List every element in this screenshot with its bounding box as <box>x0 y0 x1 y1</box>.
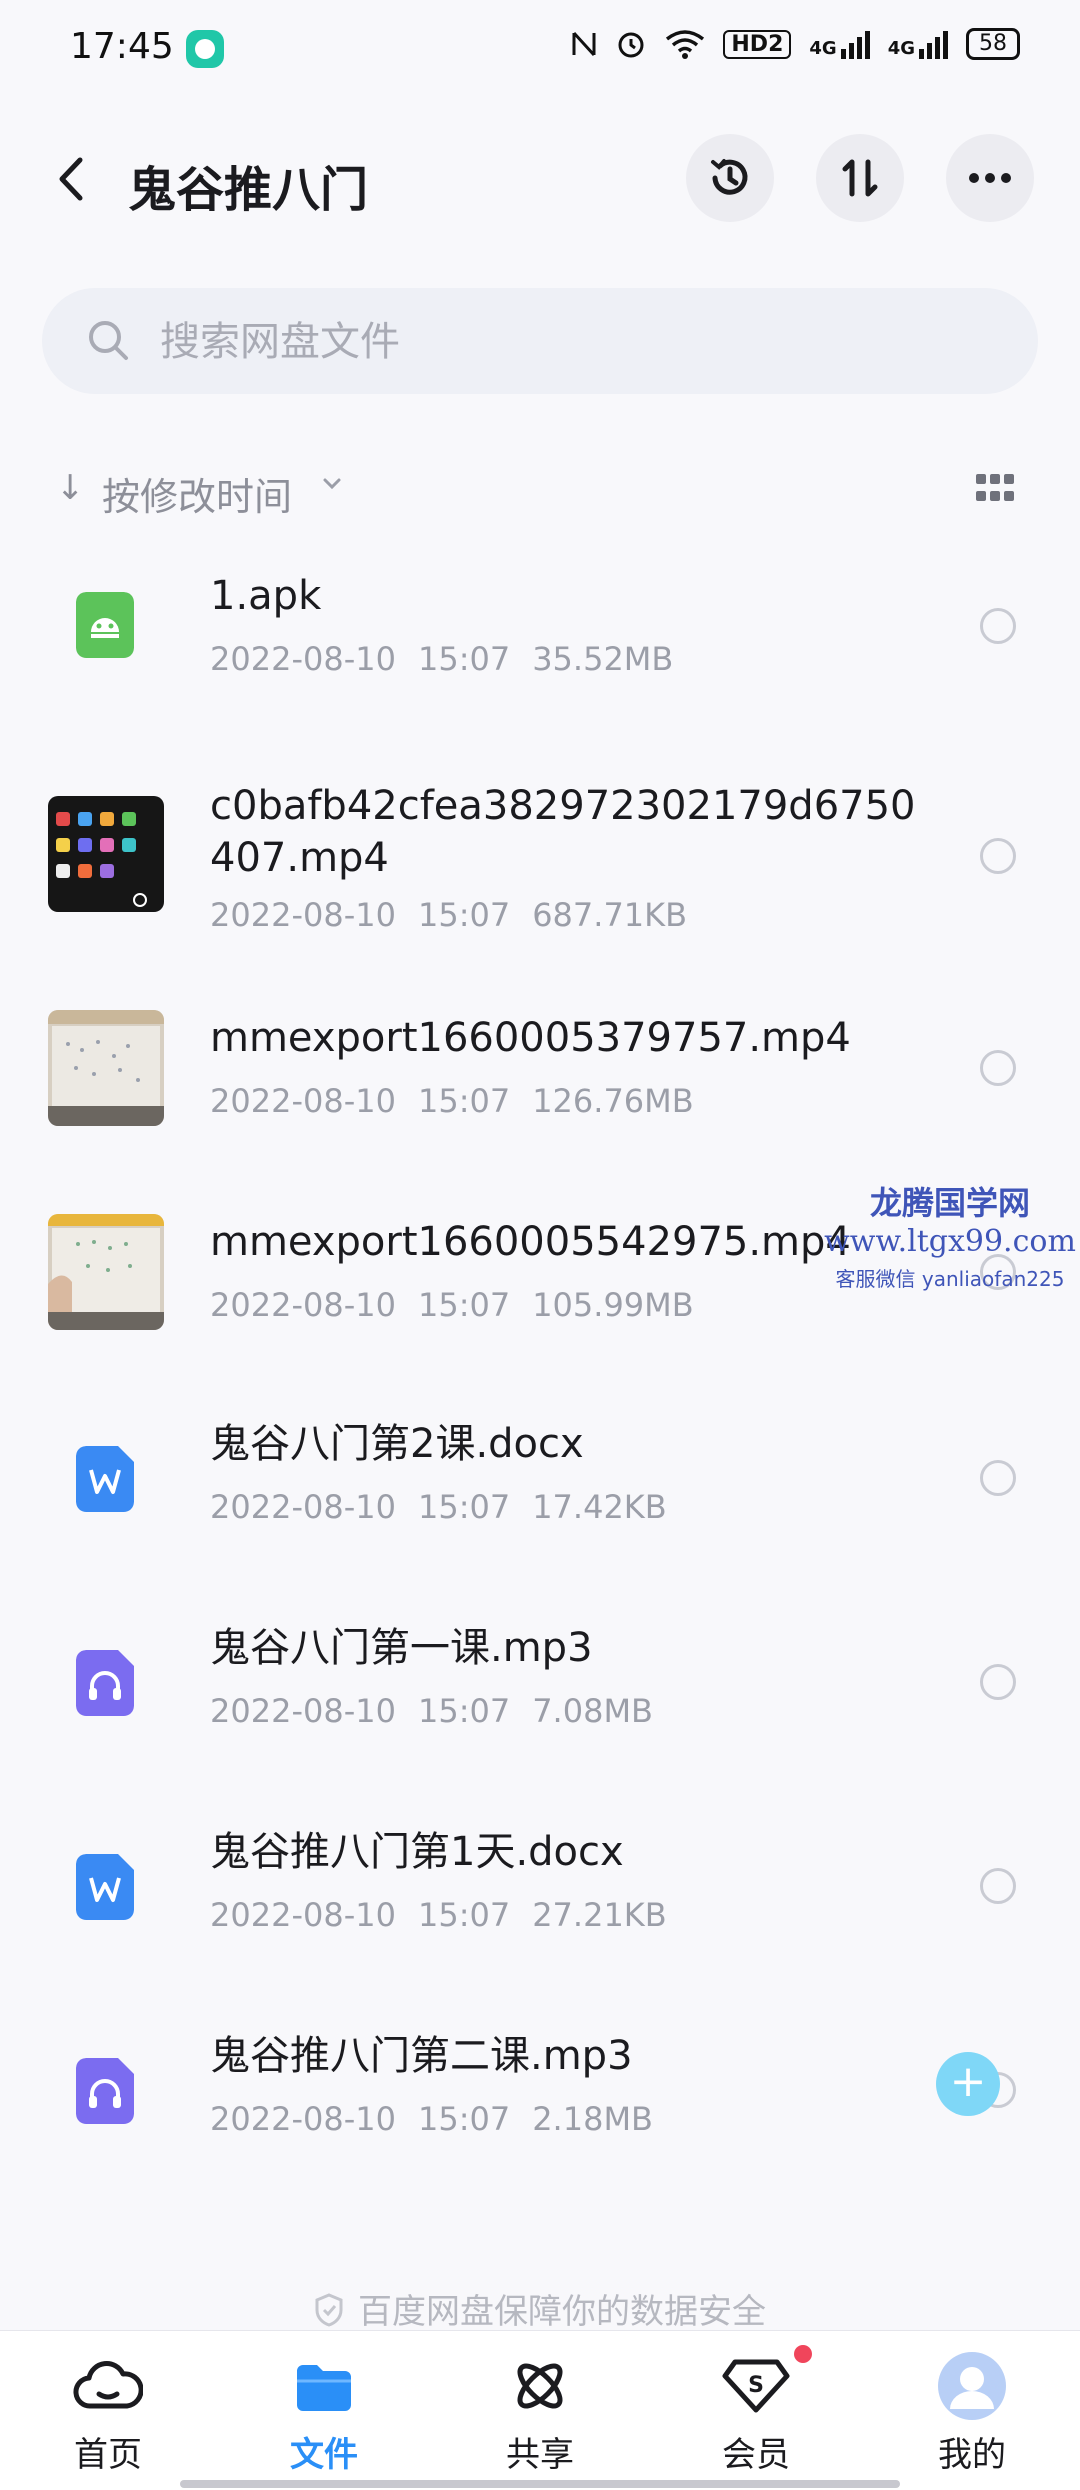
more-dots-icon <box>969 173 1011 183</box>
sort-row: ↓ 按修改时间 <box>0 456 1080 526</box>
back-arrow-icon[interactable] <box>52 154 92 204</box>
file-meta: 2022-08-10 15:07 126.76MB <box>210 1082 694 1120</box>
history-icon <box>711 159 748 195</box>
file-meta: 2022-08-10 15:07 17.42KB <box>210 1488 667 1526</box>
file-row[interactable]: mmexport1660005379757.mp4 2022-08-10 15:0… <box>0 1000 1080 1180</box>
avatar <box>938 2352 1006 2420</box>
sort-dropdown[interactable]: 按修改时间 <box>102 466 292 521</box>
file-meta: 2022-08-10 15:07 2.18MB <box>210 2100 653 2138</box>
history-button[interactable] <box>686 134 774 222</box>
file-row[interactable]: 1.apk 2022-08-10 15:07 35.52MB <box>0 540 1080 720</box>
file-name: 鬼谷推八门第1天.docx <box>210 1829 624 1875</box>
search-input[interactable] <box>158 312 962 372</box>
select-radio[interactable] <box>980 608 1016 644</box>
folder-icon <box>297 2365 351 2411</box>
nav-share[interactable]: 共享 <box>460 2351 620 2476</box>
share-atom-icon <box>517 2363 563 2409</box>
shield-icon <box>315 2293 343 2327</box>
select-radio[interactable] <box>980 1664 1016 1700</box>
audio-file-icon <box>76 2058 134 2124</box>
nav-vip[interactable]: S 会员 <box>676 2345 836 2476</box>
top-bar: 鬼谷推八门 <box>0 120 1080 240</box>
alarm-icon <box>618 32 644 58</box>
nav-home[interactable]: 首页 <box>28 2351 188 2476</box>
search-icon <box>89 321 128 360</box>
security-footer: 百度网盘保障你的数据安全 <box>0 2284 1080 2333</box>
svg-text:S: S <box>748 2373 764 2398</box>
android-apk-icon <box>76 592 134 658</box>
select-radio[interactable] <box>980 838 1016 874</box>
status-icons: HD2 4G 4G 58 <box>571 28 1020 60</box>
file-name: 鬼谷八门第2课.docx <box>210 1421 584 1467</box>
page-title: 鬼谷推八门 <box>128 162 369 218</box>
sort-direction-icon[interactable]: ↓ <box>56 468 85 508</box>
battery-indicator: 58 <box>966 28 1020 60</box>
grid-view-icon[interactable] <box>976 474 1014 504</box>
file-meta: 2022-08-10 15:07 35.52MB <box>210 640 674 678</box>
nav-files[interactable]: 文件 <box>244 2351 404 2476</box>
file-meta: 2022-08-10 15:07 687.71KB <box>210 896 688 934</box>
search-bar[interactable] <box>42 288 1038 394</box>
word-doc-icon <box>76 1446 134 1512</box>
signal-1: 4G <box>809 29 870 59</box>
video-thumbnail <box>48 796 164 912</box>
file-name: c0bafb42cfea382972302179d6750407.mp4 <box>210 783 916 881</box>
file-name: 鬼谷八门第一课.mp3 <box>210 1625 593 1671</box>
video-thumbnail <box>48 1010 164 1126</box>
file-row[interactable]: c0bafb42cfea382972302179d6750407.mp4 202… <box>0 770 1080 950</box>
select-radio[interactable] <box>980 1460 1016 1496</box>
vip-diamond-icon: S <box>722 2359 790 2413</box>
file-name: 1.apk <box>210 573 322 619</box>
video-thumbnail <box>48 1214 164 1330</box>
select-radio[interactable] <box>980 1050 1016 1086</box>
gesture-bar <box>180 2480 900 2488</box>
file-row[interactable]: 鬼谷八门第2课.docx 2022-08-10 15:07 17.42KB <box>0 1404 1080 1584</box>
hd-badge: HD2 <box>723 29 792 59</box>
add-fab-button[interactable]: + <box>936 2052 1000 2116</box>
notification-dot <box>794 2345 812 2363</box>
file-name: 鬼谷推八门第二课.mp3 <box>210 2033 633 2079</box>
file-meta: 2022-08-10 15:07 27.21KB <box>210 1896 667 1934</box>
nfc-icon <box>572 31 596 57</box>
cloud-home-icon <box>73 2361 143 2409</box>
status-time: 17:45 <box>70 26 174 67</box>
chat-notification-icon <box>186 30 224 68</box>
wifi-icon <box>666 30 705 59</box>
signal-2: 4G <box>888 29 948 59</box>
nav-me[interactable]: 我的 <box>892 2351 1052 2476</box>
word-doc-icon <box>76 1854 134 1920</box>
file-meta: 2022-08-10 15:07 7.08MB <box>210 1692 653 1730</box>
status-bar: 17:45 HD2 4G 4G 58 <box>0 0 1080 100</box>
watermark: 龙腾国学网 www.ltgx99.com 客服微信 yanliaofan225 <box>824 1184 1076 1291</box>
bottom-nav: 首页 文件 共享 S 会员 我的 <box>0 2330 1080 2490</box>
file-row[interactable]: 鬼谷推八门第1天.docx 2022-08-10 15:07 27.21KB <box>0 1812 1080 1992</box>
audio-file-icon <box>76 1650 134 1716</box>
file-row[interactable]: 鬼谷八门第一课.mp3 2022-08-10 15:07 7.08MB <box>0 1608 1080 1788</box>
more-button[interactable] <box>946 134 1034 222</box>
file-meta: 2022-08-10 15:07 105.99MB <box>210 1286 694 1324</box>
up-down-transfer-icon <box>842 159 878 197</box>
chevron-down-icon[interactable] <box>320 472 344 496</box>
transfer-button[interactable] <box>816 134 904 222</box>
file-row[interactable]: 鬼谷推八门第二课.mp3 2022-08-10 15:07 2.18MB <box>0 2016 1080 2196</box>
file-name: mmexport1660005379757.mp4 <box>210 1015 851 1061</box>
select-radio[interactable] <box>980 1868 1016 1904</box>
